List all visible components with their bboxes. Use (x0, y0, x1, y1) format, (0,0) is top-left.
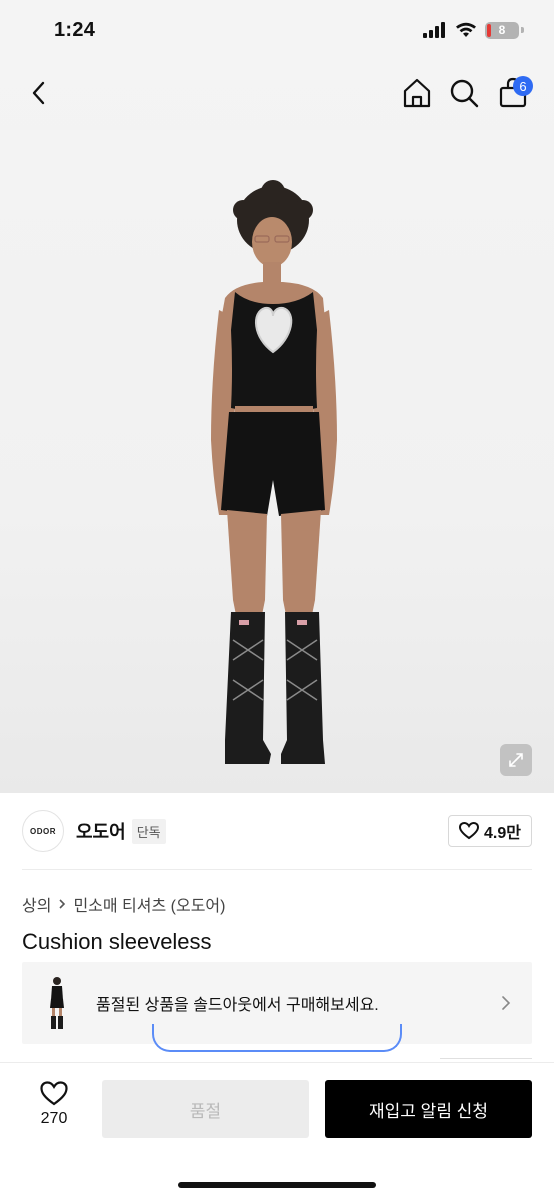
battery-tip (521, 27, 524, 33)
status-time: 1:24 (54, 18, 96, 41)
brand-logo[interactable]: ODOR (22, 810, 64, 852)
model-photo (211, 180, 337, 764)
status-bar: 1:24 8 (0, 0, 554, 60)
soldout-banner-text: 품절된 상품을 솔드아웃에서 구매해보세요. (96, 997, 379, 1014)
product-title: Cushion sleeveless (22, 929, 212, 954)
brand-name[interactable]: 오도어 (76, 818, 126, 844)
brand-like-button[interactable]: 4.9만 (448, 815, 532, 847)
battery-level: 8 (498, 23, 506, 37)
divider (22, 869, 532, 870)
heart-icon (459, 822, 480, 840)
home-indicator (178, 1182, 376, 1188)
soldout-button[interactable]: 품절 (102, 1080, 309, 1138)
chevron-right-icon (59, 899, 66, 909)
top-nav (0, 66, 554, 122)
breadcrumb: 상의 민소매 티셔츠 (오도어) (22, 892, 225, 916)
brand-row: ODOR 오도어 단독 4.9만 (22, 808, 532, 854)
breadcrumb-category[interactable]: 상의 (22, 892, 51, 916)
heart-icon (40, 1081, 68, 1106)
expand-icon[interactable] (500, 744, 532, 776)
cart-count-badge: 6 (513, 76, 533, 96)
restock-alert-button[interactable]: 재입고 알림 신청 (325, 1080, 532, 1138)
scrolled-content-edge (152, 1024, 402, 1052)
bottom-action-bar: 270 품절 재입고 알림 신청 (0, 1062, 554, 1200)
brand-like-count: 4.9만 (484, 825, 521, 842)
breadcrumb-subcategory[interactable]: 민소매 티셔츠 (오도어) (73, 892, 225, 916)
brand-logo-text: ODOR (30, 826, 56, 836)
exclusive-badge: 단독 (131, 818, 166, 844)
battery-icon: 8 (485, 21, 519, 39)
home-icon[interactable] (400, 76, 434, 110)
wifi-icon (456, 22, 476, 37)
signal-icon (423, 22, 445, 38)
search-icon[interactable] (447, 76, 481, 110)
like-count: 270 (40, 1110, 68, 1127)
product-thumbnail (50, 977, 64, 1029)
back-icon[interactable] (22, 76, 56, 110)
like-button[interactable]: 270 (30, 1081, 78, 1128)
chevron-right-icon (502, 996, 511, 1010)
